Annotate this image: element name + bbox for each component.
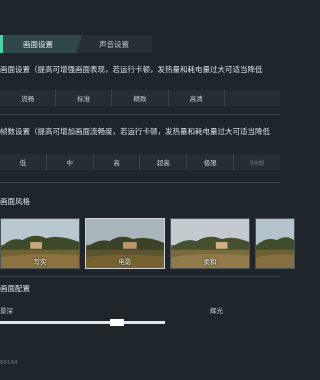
depth-of-field-label: 景深 xyxy=(0,307,13,315)
style-card-realistic[interactable]: 写实 xyxy=(0,218,80,269)
graphics-quality-selector: 流畅 标准 精致 高清 xyxy=(0,90,280,106)
landscape-thumbnail xyxy=(256,219,294,268)
graphics-option-standard[interactable]: 标准 xyxy=(56,90,113,106)
tab-graphics-label: 画面设置 xyxy=(23,39,53,49)
style-card-fourth[interactable] xyxy=(255,218,295,269)
tab-sound-label: 声音设置 xyxy=(99,39,129,49)
framerate-selector: 低 中 高 超高 极限 98帧 xyxy=(0,154,280,170)
graphics-option-extra[interactable] xyxy=(225,90,280,106)
footer-id: 88194 xyxy=(0,360,18,366)
glow-label: 辉光 xyxy=(210,307,223,315)
depth-of-field-slider[interactable] xyxy=(0,319,165,326)
tab-graphics-settings[interactable]: 画面设置 xyxy=(0,35,82,53)
graphics-option-hd[interactable]: 高清 xyxy=(169,90,225,106)
framerate-option-98[interactable]: 98帧 xyxy=(234,154,280,170)
framerate-option-medium[interactable]: 中 xyxy=(47,154,94,170)
style-card-soft[interactable]: 柔和 xyxy=(170,218,250,269)
framerate-option-high[interactable]: 高 xyxy=(94,154,141,170)
divider xyxy=(0,114,280,115)
graphics-option-fine[interactable]: 精致 xyxy=(112,90,169,106)
style-section-title: 画面风格 xyxy=(0,197,30,206)
style-card-cinematic-label: 电影 xyxy=(118,258,132,266)
config-section-title: 画面配置 xyxy=(0,284,30,293)
style-card-cinematic[interactable]: 电影 xyxy=(85,218,165,269)
style-card-realistic-label: 写实 xyxy=(33,258,47,266)
framerate-option-ultra[interactable]: 超高 xyxy=(140,154,188,170)
style-card-soft-label: 柔和 xyxy=(203,258,217,266)
divider xyxy=(0,182,280,183)
tab-sound-settings[interactable]: 声音设置 xyxy=(76,35,152,53)
framerate-description: 帧数设置（提高可增加画面流畅度，若运行卡顿，发热量和耗电量过大可适当降低 xyxy=(0,127,270,136)
settings-tabs: 画面设置 声音设置 xyxy=(0,35,152,53)
graphics-option-smooth[interactable]: 流畅 xyxy=(0,90,57,106)
depth-of-field-slider-thumb[interactable] xyxy=(110,319,124,326)
style-card-list: 写实 电影 柔和 xyxy=(0,218,295,269)
graphics-quality-description: 画面设置（提高可增强画面表现，若运行卡顿，发热量和耗电量过大可适当降低 xyxy=(0,65,263,74)
framerate-option-extreme[interactable]: 极限 xyxy=(187,154,235,170)
divider xyxy=(0,276,280,277)
framerate-option-low[interactable]: 低 xyxy=(0,154,47,170)
